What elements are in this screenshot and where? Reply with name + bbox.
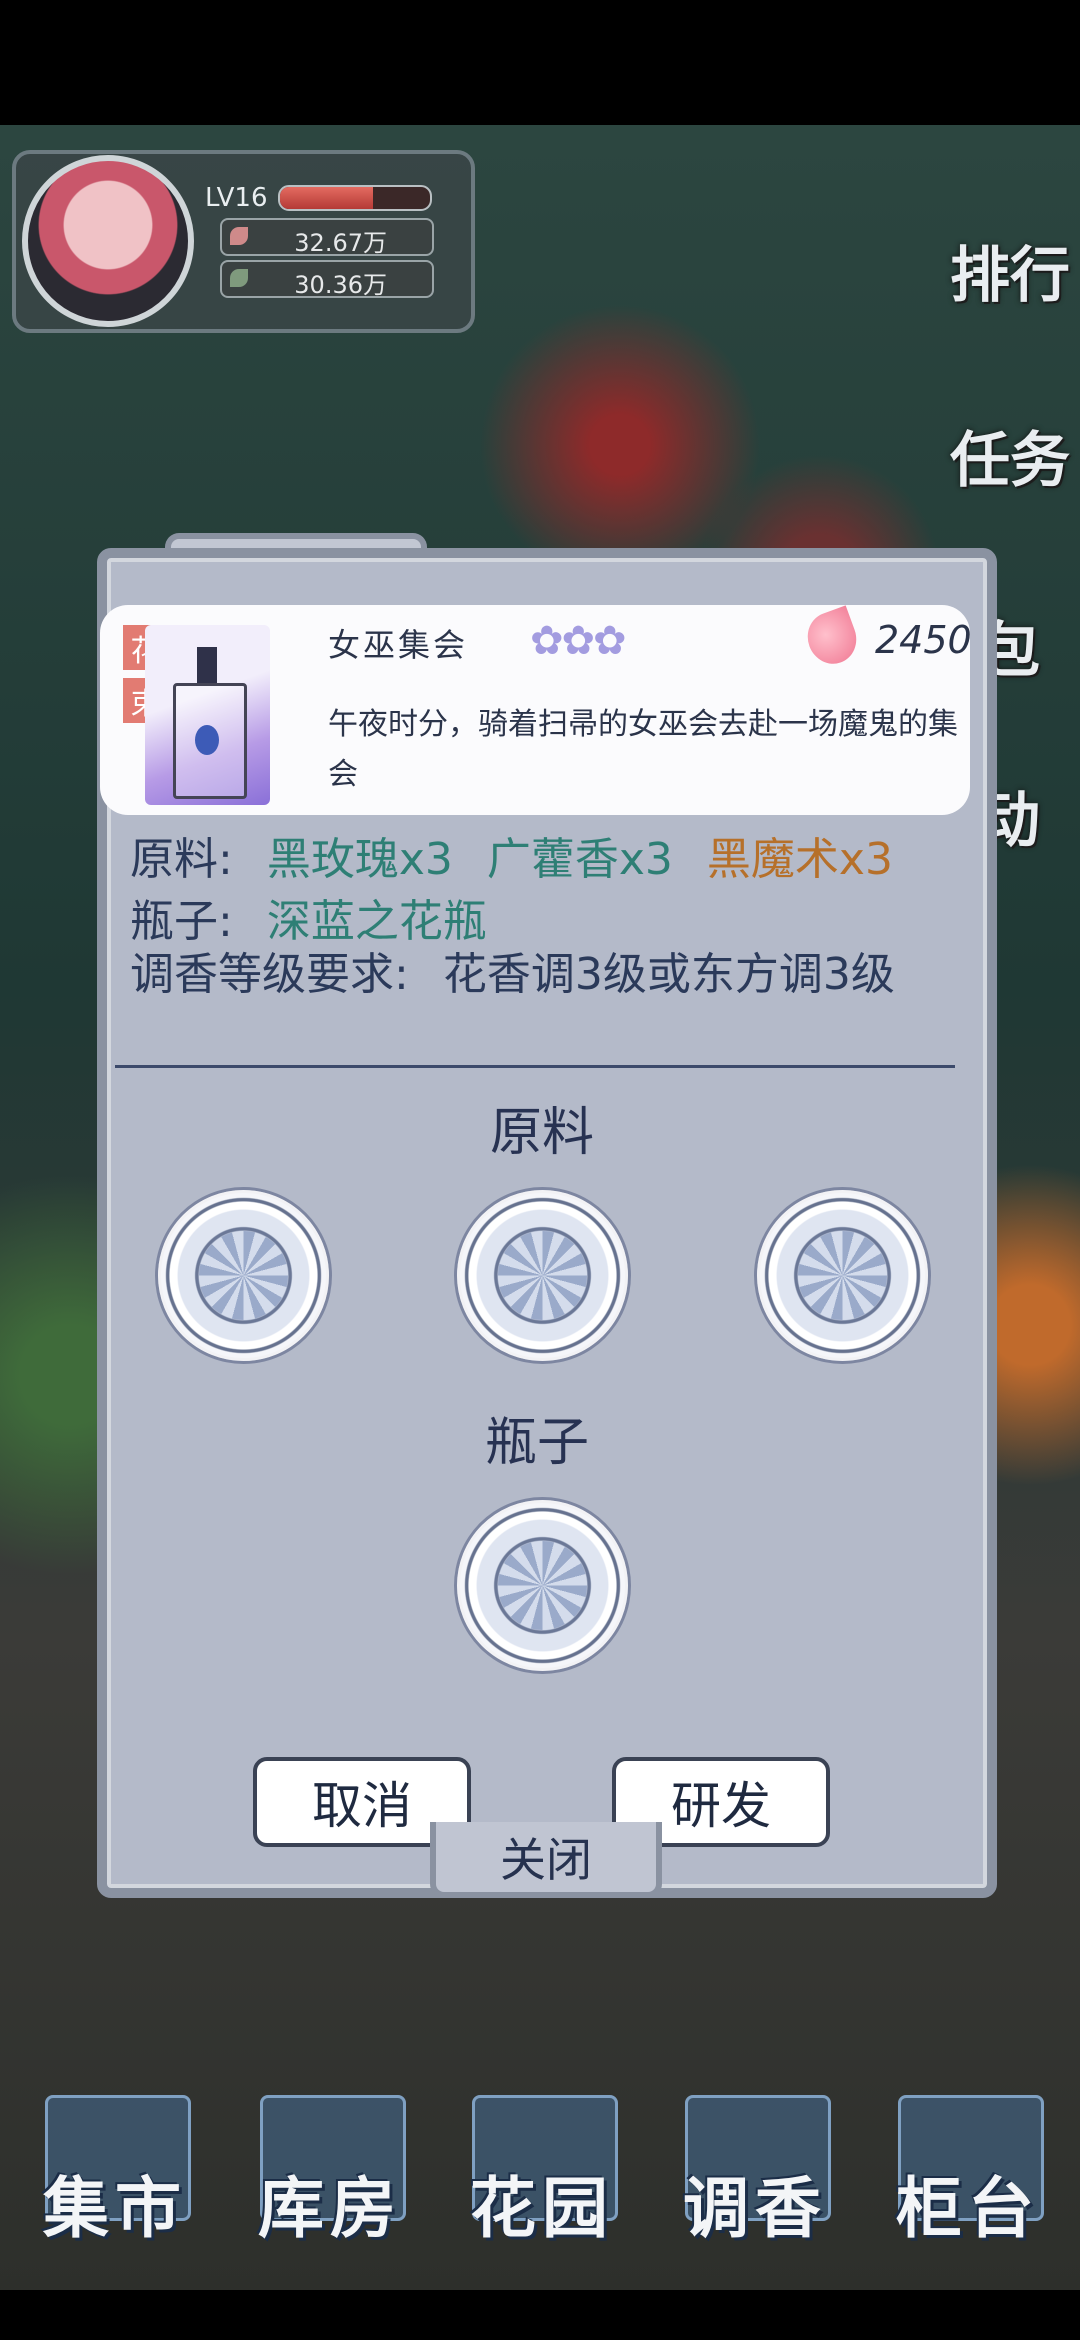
resource-1-value: 32.67万 xyxy=(294,229,387,257)
requirement-label: 调香等级要求: xyxy=(130,949,409,1000)
requirement-value: 花香调3级或东方调3级 xyxy=(442,949,895,1000)
requirement-line: 调香等级要求: 花香调3级或东方调3级 xyxy=(130,945,950,1005)
material-slot-3[interactable] xyxy=(757,1190,928,1361)
side-menu-task[interactable]: 任务 xyxy=(940,400,1080,510)
hp-fill xyxy=(280,187,373,209)
nav-counter-label: 柜台 xyxy=(896,2170,1040,2247)
hp-bar xyxy=(278,185,432,211)
recipe-price: 2450 xyxy=(875,618,972,662)
recipe-description: 午夜时分，骑着扫帚的女巫会去赴一场魔鬼的集会 xyxy=(328,707,958,792)
nav-market-label: 集市 xyxy=(43,2170,187,2247)
close-button[interactable]: 关闭 xyxy=(430,1822,662,1898)
material-2: 广藿香x3 xyxy=(486,834,673,885)
nav-perfume[interactable]: 调香 xyxy=(675,2095,835,2247)
bottle-line: 瓶子: 深蓝之花瓶 xyxy=(130,885,487,949)
nav-perfume-label: 调香 xyxy=(683,2170,827,2247)
petal-icon xyxy=(230,227,248,245)
nav-market[interactable]: 集市 xyxy=(35,2095,195,2247)
bottle-value: 深蓝之花瓶 xyxy=(266,896,487,947)
nav-garden[interactable]: 花园 xyxy=(462,2095,622,2247)
resource-2-value: 30.36万 xyxy=(294,271,387,299)
nav-warehouse-label: 库房 xyxy=(258,2170,402,2247)
perfume-bottle-image xyxy=(145,625,270,805)
recipe-title: 女巫集会 xyxy=(328,626,469,664)
bottom-bar xyxy=(0,2290,1080,2340)
materials-section-title: 原料 xyxy=(490,1103,595,1163)
bottle-slot[interactable] xyxy=(457,1500,628,1671)
materials-line: 原料: 黑玫瑰x3 广藿香x3 黑魔术x3 xyxy=(130,823,893,887)
resource-row-1: 32.67万 xyxy=(220,218,434,257)
avatar[interactable] xyxy=(22,155,194,327)
status-bar xyxy=(0,0,1080,125)
divider xyxy=(115,1065,955,1068)
leaf-icon xyxy=(230,269,248,287)
materials-label: 原料: xyxy=(130,834,233,885)
rarity-flower-icons: ✿✿✿ xyxy=(530,618,627,664)
material-1: 黑玫瑰x3 xyxy=(266,834,453,885)
side-menu-rank[interactable]: 排行 xyxy=(940,215,1080,325)
material-slot-2[interactable] xyxy=(457,1190,628,1361)
bottle-label: 瓶子: xyxy=(130,896,233,947)
material-slot-1[interactable] xyxy=(158,1190,329,1361)
material-3: 黑魔术x3 xyxy=(706,834,893,885)
nav-counter[interactable]: 柜台 xyxy=(888,2095,1048,2247)
nav-warehouse[interactable]: 库房 xyxy=(250,2095,410,2247)
bottle-section-title: 瓶子 xyxy=(485,1413,590,1473)
resource-row-2: 30.36万 xyxy=(220,260,434,299)
nav-garden-label: 花园 xyxy=(470,2170,614,2247)
player-level: LV16 xyxy=(205,183,268,213)
